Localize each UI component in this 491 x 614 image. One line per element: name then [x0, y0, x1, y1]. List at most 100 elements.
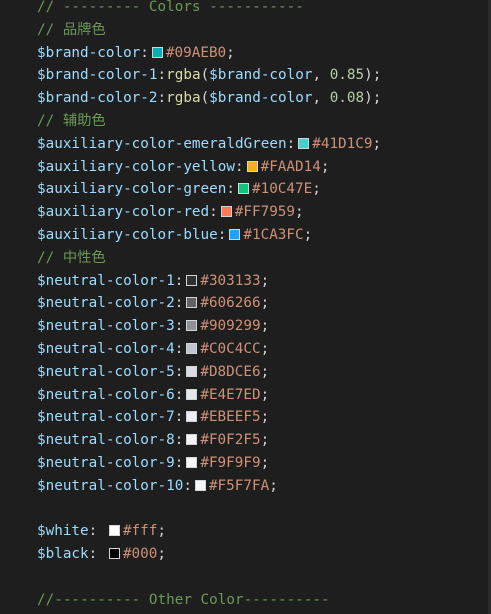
code-token: $auxiliary-color-green — [37, 181, 227, 198]
code-token: //---------- Other Color---------- — [37, 591, 330, 608]
code-token: $neutral-color-4 — [37, 341, 175, 357]
code-line[interactable]: 4$brand-color:#09AEB0; — [0, 42, 486, 65]
code-token: #FAAD14 — [260, 158, 321, 175]
code-line[interactable]: 8$auxiliary-color-emeraldGreen:#41D1C9; — [0, 133, 486, 156]
color-swatch[interactable] — [186, 411, 198, 423]
code-line[interactable]: 4 — [0, 498, 486, 521]
color-swatch[interactable] — [246, 160, 258, 172]
color-swatch[interactable] — [186, 320, 198, 332]
code-line[interactable]: 3// 品牌色 — [0, 19, 486, 42]
code-line[interactable]: 0$neutral-color-7:#EBEEF5; — [0, 406, 486, 429]
color-swatch[interactable] — [186, 297, 198, 309]
code-content: $black: #000; — [37, 543, 166, 566]
code-token: ; — [226, 44, 235, 61]
code-token: : — [174, 341, 184, 357]
code-content: $white: #fff; — [37, 520, 166, 543]
code-token: $brand-color — [209, 67, 313, 84]
color-swatch[interactable] — [186, 274, 198, 286]
code-token: // 品牌色 — [37, 21, 106, 38]
code-token: 0.08 — [329, 90, 365, 107]
code-editor[interactable]: 2// --------- Colors -----------3// 品牌色 4… — [0, 0, 491, 614]
code-token: ; — [260, 386, 270, 403]
code-line[interactable]: 6$neutral-color-3:#909299; — [0, 315, 486, 338]
color-swatch[interactable] — [186, 457, 198, 468]
color-swatch[interactable] — [186, 365, 198, 377]
code-token: $neutral-color-5 — [37, 363, 175, 380]
code-token: $brand-color — [209, 90, 313, 107]
code-content: $auxiliary-color-green: #10C47E; — [37, 178, 321, 201]
code-content: $brand-color-2:rgba($brand-color, 0.08); — [37, 87, 381, 110]
code-token: // --------- Colors ----------- — [37, 0, 304, 15]
color-swatch[interactable] — [220, 206, 232, 218]
code-content: $brand-color: #09AEB0; — [37, 42, 235, 65]
code-token: ); — [364, 90, 382, 107]
code-token: $auxiliary-color-blue — [37, 227, 218, 243]
code-token: : — [174, 318, 184, 335]
code-line[interactable]: 9$auxiliary-color-yellow:#FAAD14; — [0, 156, 486, 179]
code-token: $auxiliary-color-yellow — [37, 158, 235, 175]
code-content: $auxiliary-color-red: #FF7959; — [37, 201, 304, 224]
code-token: ( — [200, 67, 210, 84]
color-swatch[interactable] — [229, 229, 241, 240]
code-line[interactable]: 8//---------- Other Color---------- — [0, 589, 486, 612]
code-line[interactable]: 6$brand-color-2:rgba($brand-color, 0.08)… — [0, 87, 486, 110]
code-token: ; — [260, 295, 270, 312]
code-token: $neutral-color-8 — [37, 432, 175, 449]
code-token: ; — [269, 477, 278, 494]
code-token: : — [234, 158, 244, 175]
code-token: , — [312, 90, 330, 107]
code-token: $brand-color-2 — [37, 90, 158, 107]
code-line[interactable]: 7// 辅助色 — [0, 110, 486, 133]
code-token: #F9F9F9 — [200, 455, 261, 471]
code-line[interactable]: 2// --------- Colors ----------- — [0, 0, 486, 19]
code-line[interactable]: 8$neutral-color-5:#D8DCE6; — [0, 361, 486, 384]
code-line[interactable]: 0$auxiliary-color-green:#10C47E; — [0, 178, 486, 201]
code-line[interactable]: 1$auxiliary-color-red:#FF7959; — [0, 201, 486, 224]
code-line[interactable]: 1$neutral-color-8:#F0F2F5; — [0, 429, 486, 452]
code-line[interactable]: 5$brand-color-1:rgba($brand-color, 0.85)… — [0, 64, 486, 87]
code-token: : — [157, 90, 167, 107]
code-token: ; — [157, 523, 166, 540]
code-token: ; — [312, 181, 321, 198]
code-line[interactable]: 3// 中性色 — [0, 247, 486, 270]
color-swatch[interactable] — [108, 548, 120, 560]
code-token: ; — [260, 409, 270, 426]
code-line[interactable]: 5$neutral-color-2:#606266; — [0, 292, 486, 315]
code-line[interactable]: 6$black: #000; — [0, 543, 486, 566]
color-swatch[interactable] — [237, 183, 249, 195]
color-swatch[interactable] — [194, 479, 206, 491]
code-token: // 辅助色 — [37, 113, 106, 129]
code-line[interactable]: 9$neutral-color-6:#E4E7ED; — [0, 384, 486, 407]
code-line[interactable]: 7 — [0, 566, 486, 589]
code-token: : — [286, 135, 296, 152]
code-line[interactable]: 4$neutral-color-1:#303133; — [0, 270, 486, 293]
code-line[interactable]: 3$neutral-color-10:#F5F7FA; — [0, 475, 486, 498]
color-swatch[interactable] — [298, 137, 310, 149]
code-token: : — [174, 386, 184, 403]
color-swatch[interactable] — [151, 46, 163, 58]
code-token: #EBEEF5 — [200, 409, 261, 426]
code-line[interactable]: 5$white: #fff; — [0, 520, 486, 543]
color-swatch[interactable] — [186, 388, 198, 400]
code-token: #E4E7ED — [200, 386, 261, 403]
code-token: #F5F7FA — [208, 477, 270, 494]
code-token: 0.85 — [329, 67, 365, 84]
code-token: : — [226, 181, 235, 198]
code-token: #41D1C9 — [312, 135, 373, 152]
code-token: : — [174, 295, 184, 312]
code-token: : — [174, 455, 184, 471]
code-token: $auxiliary-color-red — [37, 204, 210, 221]
code-line[interactable]: 7$neutral-color-4:#C0C4CC; — [0, 338, 486, 361]
code-token: $brand-color — [37, 44, 141, 61]
code-line[interactable]: 2$neutral-color-9:#F9F9F9; — [0, 452, 486, 475]
code-token: ; — [260, 432, 270, 449]
color-swatch[interactable] — [186, 434, 198, 446]
code-line[interactable]: 2$auxiliary-color-blue:#1CA3FC; — [0, 224, 486, 247]
code-token: : — [174, 363, 184, 380]
code-token: #C0C4CC — [200, 341, 261, 357]
code-token: $neutral-color-10 — [37, 477, 184, 494]
color-swatch[interactable] — [108, 525, 120, 537]
color-swatch[interactable] — [186, 343, 198, 354]
code-content: // 中性色 — [37, 247, 106, 270]
code-token: ; — [260, 272, 270, 289]
